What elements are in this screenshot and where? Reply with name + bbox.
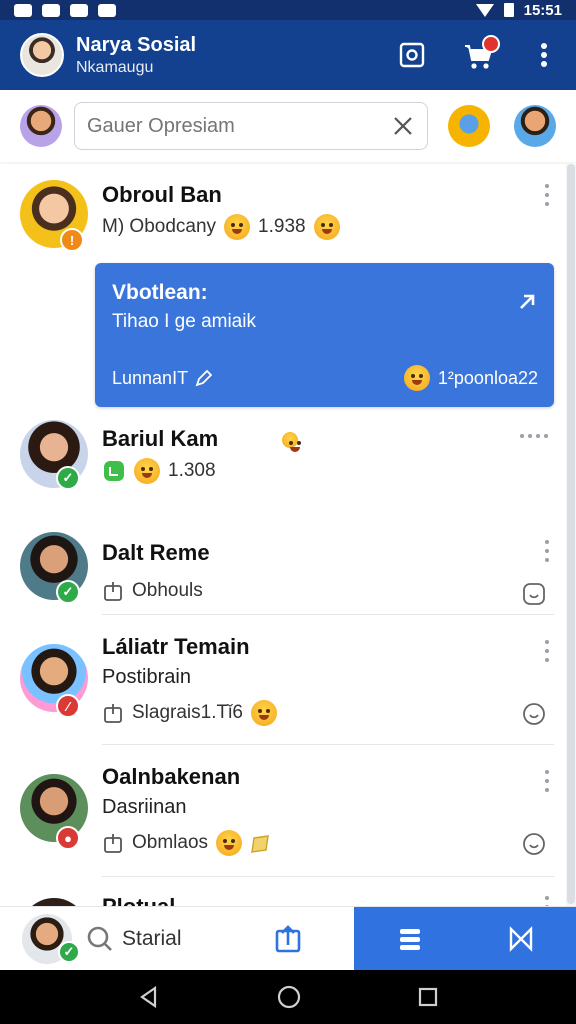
sticker-icon [251,835,269,853]
chat-name: Láliatr Temain [102,634,250,659]
online-badge: ✓ [58,941,80,963]
bottom-bar: ✓ Starial [0,906,576,970]
scrollbar-thumb[interactable] [567,164,575,904]
more-vert-icon[interactable] [544,540,550,562]
card-title: Vbotlean: [112,281,208,304]
message-card[interactable]: Vbotlean: Tihao I ge amiaik LunnanIT 1²p… [95,263,554,407]
search-row [0,90,576,162]
share-arrow-icon[interactable] [516,291,538,313]
chat-list: ! Obroul Ban M) Obodcany 1.938 Vbotlean:… [0,164,566,906]
layers-icon[interactable] [396,925,424,953]
smile-emoji-icon [216,830,243,856]
avatar[interactable] [20,898,88,906]
status-badge: ! [60,228,84,252]
notification-icons [14,3,116,17]
online-badge: ✓ [56,580,80,604]
home-icon[interactable] [276,984,302,1010]
chat-name: Obroul Ban [102,182,222,207]
chat-preview-row: M) Obodcany 1.938 [102,214,340,240]
search-input[interactable] [87,114,391,138]
chat-name: Bariul Kam [102,426,219,451]
busy-badge: ● [56,826,80,850]
divider [102,744,554,745]
whatsapp-icon [104,461,124,481]
chat-subtitle: Dasriinan [102,796,187,818]
camera-icon [399,42,425,68]
system-nav-bar [0,970,576,1024]
more-menu-button[interactable] [526,37,562,73]
back-icon[interactable] [137,985,161,1009]
card-footer-left: LunnanIT [112,368,189,388]
more-vert-icon[interactable] [544,184,550,206]
more-vert-icon[interactable] [544,770,550,792]
notification-icon [98,3,116,17]
notifications-button[interactable] [460,35,500,73]
recents-icon[interactable] [417,986,439,1008]
divider [102,614,554,615]
emoji-avatar[interactable] [448,105,490,147]
chat-item[interactable]: ⁄ Láliatr Temain Postibrain Slagrais1.Tǐ… [0,624,566,754]
chat-item[interactable]: ● Oalnbakenan Dasriinan Obmlaos [0,754,566,884]
bottom-label[interactable]: Starial [122,927,182,951]
smile-emoji-icon [403,365,430,391]
more-vert-icon [541,43,547,67]
notification-icon [70,3,88,17]
emoji-icon [134,458,160,484]
card-text: Tihao I ge amiaik [112,311,256,332]
more-horiz-icon[interactable] [520,434,548,438]
status-time: 15:51 [523,1,562,19]
chat-preview: Slagrais1.Tǐ6 [132,702,243,723]
chat-name: Oalnbakenan [102,764,241,789]
chat-subtitle: Postibrain [102,666,191,688]
chat-item[interactable]: ✓ Bariul Kam 1.308 [0,414,566,524]
reaction-icon[interactable] [522,702,546,726]
reaction-icon[interactable] [522,832,546,856]
busy-badge: ⁄ [56,694,80,718]
smile-emoji-icon [313,214,340,240]
notification-badge [482,35,500,53]
chat-name: Dalt Reme [102,540,210,565]
chat-preview: Obmlaos [132,832,209,853]
chat-item[interactable]: Plotual [0,884,566,906]
signal-icon [475,3,494,17]
battery-icon [503,3,514,17]
upload-icon[interactable] [274,923,302,953]
chat-item[interactable]: ✓ Dalt Reme Obhouls [0,524,566,624]
notification-icon [42,3,60,17]
more-vert-icon[interactable] [544,896,550,906]
more-vert-icon[interactable] [544,640,550,662]
bowtie-icon[interactable] [508,925,534,952]
user-avatar[interactable] [20,105,62,147]
camera-button[interactable] [394,37,430,73]
search-icon[interactable] [86,925,114,953]
chat-name: Plotual [102,894,175,906]
status-bar: 15:51 [0,0,576,20]
profile-avatar[interactable] [20,33,64,77]
card-footer-right: 1²poonloa22 [437,367,538,388]
edit-icon[interactable] [194,369,213,388]
app-title: Narya Sosial [76,33,197,56]
app-bar: Narya Sosial Nkamaugu [0,20,576,90]
notification-icon [14,3,32,17]
share-icon [104,704,122,723]
divider [102,876,554,877]
emoji-icon [282,432,300,452]
smile-emoji-icon [224,214,251,240]
reaction-icon[interactable] [522,582,546,606]
friend-avatar[interactable] [514,105,556,147]
search-box [74,102,428,150]
smile-emoji-icon [250,700,277,726]
chat-stat: 1.938 [258,216,306,237]
online-badge: ✓ [56,466,80,490]
share-icon [104,834,122,853]
chat-preview: M) Obodcany [102,216,217,237]
share-icon [104,582,122,601]
clear-icon[interactable] [391,114,415,138]
chat-preview: Obhouls [132,580,203,601]
chat-stat: 1.308 [168,460,216,481]
scrollbar[interactable] [566,164,576,906]
app-subtitle: Nkamaugu [76,58,154,76]
chat-item[interactable]: ! Obroul Ban M) Obodcany 1.938 Vbotlean:… [0,164,566,414]
